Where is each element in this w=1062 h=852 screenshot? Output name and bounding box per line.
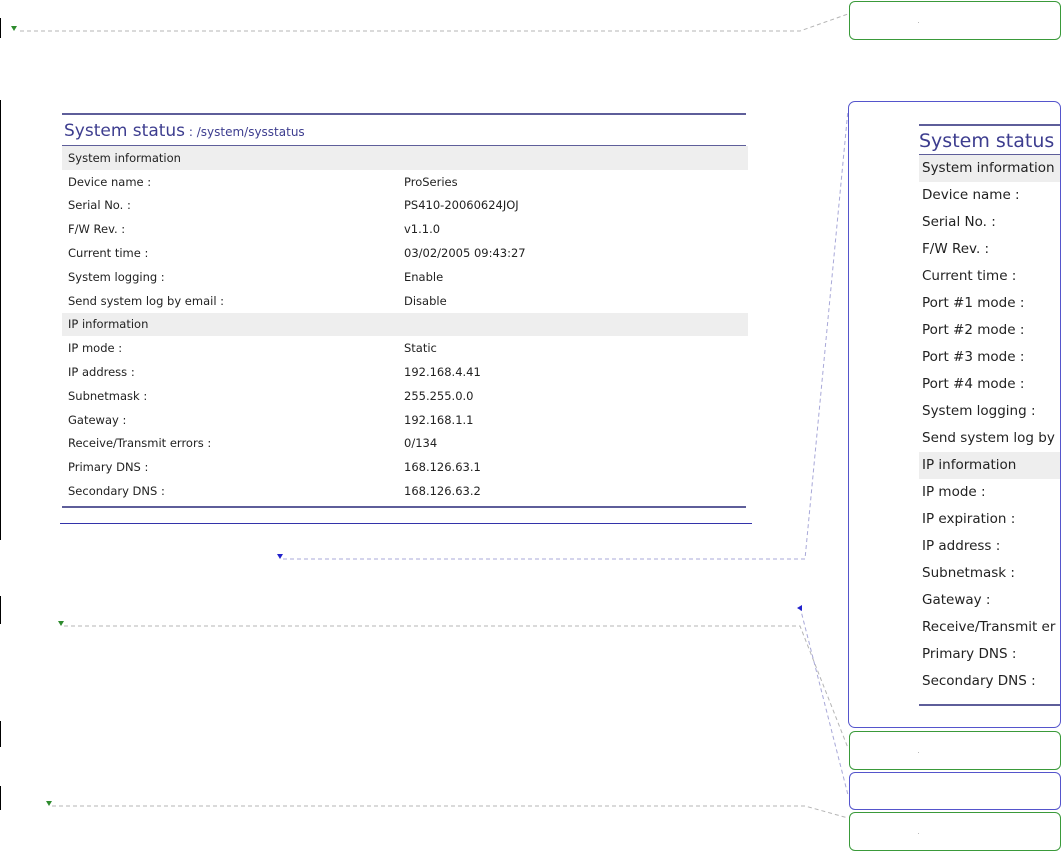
table-row: Primary DNS : 168.126.63.1 [62,455,748,479]
field-value: Disable [404,293,447,308]
table-row: IP mode : Static [62,336,748,360]
field-label: Primary DNS : [68,460,149,475]
table-row: Receive/Transmit errors : 0/134 [62,432,748,456]
list-item: Gateway : [922,592,991,608]
list-item: Secondary DNS : [922,673,1036,689]
section-underline [60,523,752,524]
field-value: PS410-20060624JOJ [404,198,519,213]
field-value: ProSeries [404,174,458,189]
list-item: IP expiration : [922,511,1016,527]
field-value: 168.126.63.2 [404,484,481,499]
comment-anchor-icon[interactable] [11,26,17,31]
field-label: Device name : [68,174,152,189]
list-item: Port #4 mode : [922,376,1025,392]
divider [62,505,746,508]
comment-anchor-icon[interactable] [58,621,64,626]
list-item: Port #3 mode : [922,349,1025,365]
field-value: Enable [404,269,444,284]
field-label: IP mode : [68,341,123,356]
field-value: 168.126.63.1 [404,460,481,475]
section-header: IP information [62,312,748,337]
list-item: Current time : [922,268,1017,284]
title-row: System status : /system/sysstatus [60,115,748,145]
comment-anchor-icon[interactable] [277,554,283,559]
list-item: Serial No. : [922,214,996,230]
preview-title: System status [919,130,1055,152]
field-value: 192.168.4.41 [404,365,481,380]
field-label: Subnetmask : [68,388,148,403]
status-table: System information Device name : ProSeries… [62,146,748,503]
table-row: Serial No. : PS410-20060624JOJ [62,194,748,218]
divider [919,704,1060,706]
table-row: Send system log by email : Disable [62,289,748,313]
field-value: 255.255.0.0 [404,388,474,403]
breadcrumb-sysstatus[interactable]: sysstatus [248,125,304,139]
preview-rows: System information Device name : Serial No… [919,155,1060,695]
table-row: Secondary DNS : 168.126.63.2 [62,479,748,503]
field-label: Receive/Transmit errors : [68,436,212,451]
table-row: F/W Rev. : v1.1.0 [62,217,748,241]
system-status-panel: System status : /system/sysstatus System… [60,113,748,508]
list-item: Device name : [922,187,1020,203]
field-label: Send system log by email : [68,293,225,308]
breadcrumb-system[interactable]: system [201,125,244,139]
list-item: Send system log by [922,430,1055,446]
section-header: System information [62,146,748,170]
list-item: Subnetmask : [922,565,1015,581]
field-label: IP address : [68,365,135,380]
field-label: F/W Rev. : [68,222,126,237]
comment-anchor-icon[interactable] [46,801,52,806]
field-label: Current time : [68,246,149,261]
field-value: 192.168.1.1 [404,412,474,427]
section-header: System information [919,155,1060,182]
field-label: Secondary DNS : [68,484,165,499]
list-item: F/W Rev. : [922,241,990,257]
table-row: Gateway : 192.168.1.1 [62,408,748,432]
table-row: System logging : Enable [62,265,748,289]
page-title: System status [64,121,186,141]
list-item: Receive/Transmit er [922,619,1056,635]
comment-balloon[interactable] [849,1,1061,40]
comment-anchor-icon[interactable] [797,605,802,611]
list-item: System logging : [922,403,1036,419]
comment-balloon[interactable] [849,772,1061,810]
table-row: IP address : 192.168.4.41 [62,360,748,384]
section-label: IP information [62,312,748,337]
table-row: Device name : ProSeries [62,170,748,194]
list-item: IP address : [922,538,1001,554]
list-item: Port #1 mode : [922,295,1025,311]
list-item: Primary DNS : [922,646,1017,662]
path-separator: : [185,125,197,139]
comment-balloon[interactable] [849,731,1061,770]
comment-balloon[interactable] [849,812,1061,851]
section-label: System information [62,146,748,170]
field-value: 0/134 [404,436,438,451]
field-value: Static [404,341,437,356]
field-value: 03/02/2005 09:43:27 [404,246,526,261]
section-header: IP information [919,452,1060,479]
list-item: IP mode : [922,484,986,500]
field-label: Gateway : [68,412,127,427]
table-row: Current time : 03/02/2005 09:43:27 [62,241,748,265]
field-value: v1.1.0 [404,222,441,237]
list-item: Port #2 mode : [922,322,1025,338]
field-label: Serial No. : [68,198,131,213]
table-row: Subnetmask : 255.255.0.0 [62,384,748,408]
comment-preview-panel[interactable]: System status System information Device n… [848,101,1061,728]
field-label: System logging : [68,269,165,284]
